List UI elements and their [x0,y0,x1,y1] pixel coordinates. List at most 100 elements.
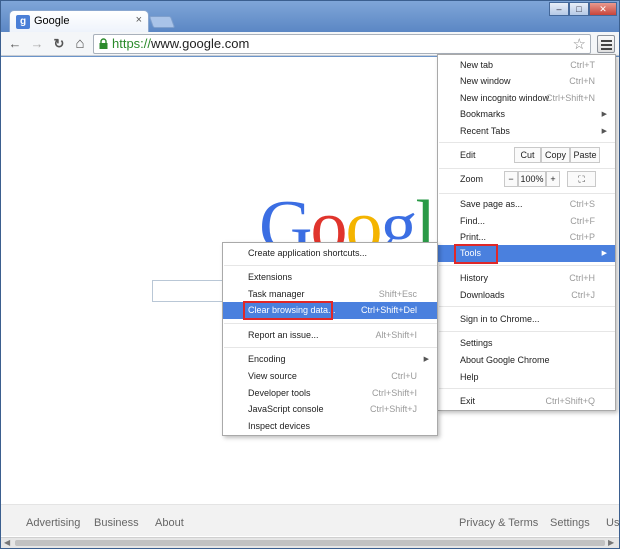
chrome-menu: New tab Ctrl+T New window Ctrl+N New incog… [437,54,616,411]
menu-item-settings[interactable]: Settings [438,335,615,352]
menu-item-save-page[interactable]: Save page as... Ctrl+S [438,196,615,213]
menu-shortcut: Ctrl+T [570,60,595,70]
menu-separator [224,265,437,266]
menu-label: Settings [460,338,493,348]
footer-link-business[interactable]: Business [94,517,139,529]
menu-separator [224,323,437,324]
menu-label: Encoding [248,354,286,364]
menu-separator [439,168,615,169]
menu-item-encoding[interactable]: Encoding ▶ [223,351,437,368]
tab-title: Google [34,15,70,27]
menu-shortcut: Ctrl+U [391,371,417,381]
bookmark-star-icon[interactable]: ☆ [573,35,586,53]
menu-item-sign-in[interactable]: Sign in to Chrome... [438,311,615,328]
fullscreen-icon[interactable]: ⛶ [567,171,596,187]
menu-shortcut: Alt+Shift+I [375,330,417,340]
menu-label: Exit [460,396,476,406]
menu-label: Edit [460,150,476,160]
scrollbar-thumb[interactable] [15,540,605,546]
zoom-out-button[interactable]: − [504,171,518,187]
search-input[interactable] [152,280,224,302]
close-window-button[interactable]: ✕ [589,2,617,16]
menu-shortcut: Ctrl+Shift+Del [360,305,417,315]
menu-item-report-issue[interactable]: Report an issue... Alt+Shift+I [223,327,437,344]
menu-item-exit[interactable]: Exit Ctrl+Shift+Q [438,393,615,410]
menu-item-recent-tabs[interactable]: Recent Tabs ▶ [438,123,615,140]
menu-shortcut: Ctrl+Shift+Q [545,396,595,406]
menu-bar-icon [601,44,612,46]
menu-label: Recent Tabs [460,126,510,136]
back-icon[interactable]: ← [6,35,24,53]
url-text: https://www.google.com [112,36,249,51]
footer-link-advertising[interactable]: Advertising [26,517,80,529]
address-bar[interactable]: https://www.google.com ☆ [93,34,591,54]
minimize-button[interactable]: – [549,2,569,16]
menu-label: Sign in to Chrome... [460,314,540,324]
menu-shortcut: Ctrl+N [569,76,595,86]
zoom-in-button[interactable]: + [546,171,560,187]
menu-item-inspect-devices[interactable]: Inspect devices [223,418,437,435]
menu-item-about[interactable]: About Google Chrome [438,352,615,369]
menu-label: View source [248,371,297,381]
footer-link-about[interactable]: About [155,517,184,529]
horizontal-scrollbar[interactable]: ◀ ▶ [1,537,619,548]
menu-item-help[interactable]: Help [438,369,615,386]
menu-label: New tab [460,60,494,70]
menu-separator [439,193,615,194]
chrome-menu-button[interactable] [597,35,615,53]
menu-item-incognito[interactable]: New incognito window Ctrl+Shift+N [438,90,615,107]
menu-item-find[interactable]: Find... Ctrl+F [438,213,615,230]
menu-item-new-tab[interactable]: New tab Ctrl+T [438,57,615,74]
menu-bar-icon [601,48,612,50]
footer-link-truncated[interactable]: Us [606,517,619,529]
maximize-button[interactable]: □ [569,2,589,16]
scroll-left-icon[interactable]: ◀ [4,538,10,547]
menu-separator [439,265,615,266]
copy-button[interactable]: Copy [541,147,570,163]
new-tab-button[interactable] [148,16,176,28]
menu-label: Extensions [248,272,293,282]
menu-label: Bookmarks [460,109,506,119]
submenu-arrow-icon: ▶ [601,128,607,135]
menu-bar-icon [601,40,612,42]
menu-label: Developer tools [248,388,311,398]
footer-link-settings[interactable]: Settings [550,517,590,529]
menu-shortcut: Ctrl+P [569,232,595,242]
menu-label: New incognito window [460,93,550,103]
menu-item-javascript-console[interactable]: JavaScript console Ctrl+Shift+J [223,401,437,418]
menu-item-developer-tools[interactable]: Developer tools Ctrl+Shift+I [223,385,437,402]
menu-item-extensions[interactable]: Extensions [223,269,437,286]
home-icon[interactable]: ⌂ [71,35,89,53]
zoom-level: 100% [518,171,546,187]
tab-close-icon[interactable]: × [136,14,142,26]
menu-separator [224,347,437,348]
forward-icon[interactable]: → [28,35,46,53]
menu-item-app-shortcuts[interactable]: Create application shortcuts... [223,245,437,262]
menu-item-new-window[interactable]: New window Ctrl+N [438,73,615,90]
tab-strip: g Google × – □ ✕ [1,1,619,32]
menu-row-zoom: Zoom − 100% + ⛶ [438,171,615,189]
lock-icon [99,38,108,49]
footer-link-privacy[interactable]: Privacy & Terms [459,517,538,529]
menu-item-bookmarks[interactable]: Bookmarks ▶ [438,106,615,123]
scroll-right-icon[interactable]: ▶ [608,538,614,547]
menu-label: JavaScript console [248,404,324,414]
reload-icon[interactable]: ↻ [50,35,68,53]
submenu-arrow-icon: ▶ [601,111,607,118]
menu-label: Create application shortcuts... [248,248,368,258]
menu-label: History [460,273,489,283]
cut-button[interactable]: Cut [514,147,541,163]
submenu-arrow-icon: ▶ [423,356,429,363]
menu-item-view-source[interactable]: View source Ctrl+U [223,368,437,385]
paste-button[interactable]: Paste [570,147,600,163]
menu-separator [439,306,615,307]
menu-shortcut: Ctrl+F [570,216,595,226]
menu-shortcut: Ctrl+S [569,199,595,209]
menu-item-downloads[interactable]: Downloads Ctrl+J [438,287,615,304]
menu-separator [439,142,615,143]
tab-google[interactable]: g Google × [9,10,149,32]
tools-annotation-box [454,244,498,264]
url-scheme: https:// [112,36,152,51]
google-favicon-icon: g [16,15,30,29]
menu-item-history[interactable]: History Ctrl+H [438,270,615,287]
